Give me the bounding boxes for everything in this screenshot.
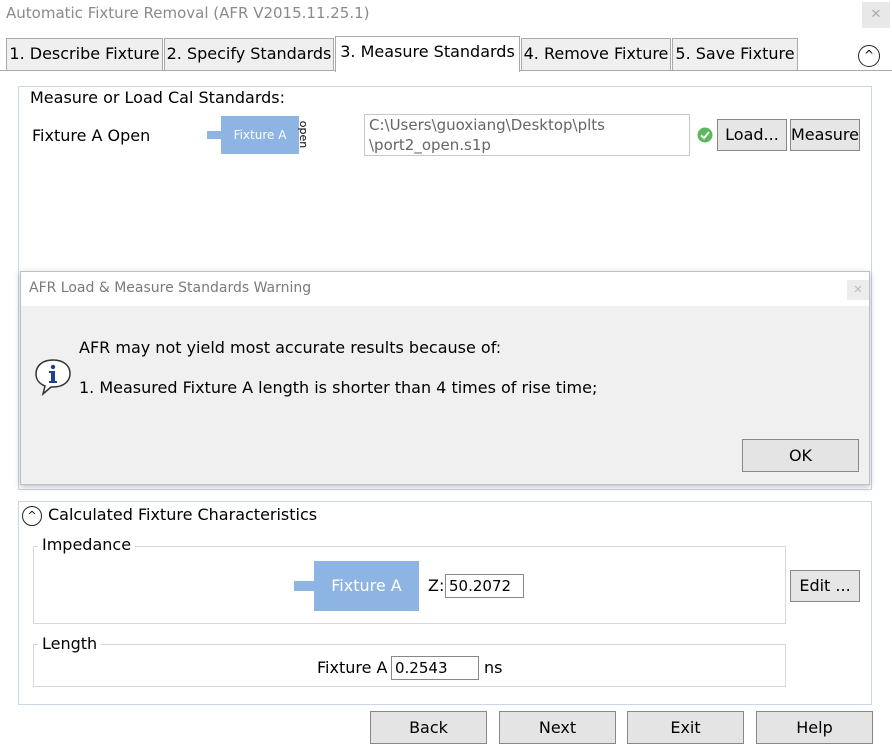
fixture-open-label: Fixture A Open bbox=[32, 126, 151, 145]
file-path-line2: \port2_open.s1p bbox=[369, 136, 491, 154]
length-legend: Length bbox=[38, 634, 102, 653]
impedance-value-field[interactable]: 50.2072 bbox=[445, 574, 524, 598]
warning-dialog: AFR Load & Measure Standards Warning ✕ A… bbox=[20, 271, 870, 485]
next-button[interactable]: Next bbox=[499, 711, 616, 744]
length-value-field[interactable]: 0.2543 bbox=[391, 656, 479, 680]
load-button[interactable]: Load... bbox=[717, 119, 787, 151]
window-close-button[interactable]: ✕ bbox=[862, 2, 890, 28]
dialog-title: AFR Load & Measure Standards Warning bbox=[29, 280, 312, 296]
tab-specify-standards[interactable]: 2. Specify Standards bbox=[164, 38, 334, 70]
ok-button[interactable]: OK bbox=[742, 439, 859, 472]
fixture-diagram-box: Fixture A bbox=[221, 116, 299, 154]
window-title: Automatic Fixture Removal (AFR V2015.11.… bbox=[6, 4, 370, 22]
collapse-icon[interactable]: ^ bbox=[858, 45, 880, 67]
open-standard-label: open bbox=[297, 120, 311, 149]
length-fixture-label: Fixture A bbox=[317, 658, 388, 677]
impedance-diagram-box: Fixture A bbox=[314, 561, 419, 611]
edit-button[interactable]: Edit ... bbox=[790, 570, 860, 602]
tab-measure-standards[interactable]: 3. Measure Standards bbox=[335, 36, 520, 72]
check-icon bbox=[697, 127, 713, 143]
length-unit: ns bbox=[484, 658, 503, 677]
impedance-diagram-wire bbox=[294, 581, 316, 591]
tab-describe-fixture[interactable]: 1. Describe Fixture bbox=[6, 38, 163, 70]
exit-button[interactable]: Exit bbox=[627, 711, 744, 744]
dialog-message-line2: 1. Measured Fixture A length is shorter … bbox=[79, 378, 598, 397]
file-path-line1: C:\Users\guoxiang\Desktop\plts bbox=[369, 116, 606, 134]
calculated-section-heading: Calculated Fixture Characteristics bbox=[48, 505, 318, 524]
tab-remove-fixture[interactable]: 4. Remove Fixture bbox=[521, 38, 671, 70]
help-button[interactable]: Help bbox=[756, 711, 873, 744]
file-path-field[interactable]: C:\Users\guoxiang\Desktop\plts \port2_op… bbox=[364, 114, 690, 156]
dialog-close-button[interactable]: ✕ bbox=[847, 280, 869, 300]
info-icon bbox=[35, 359, 71, 396]
back-button[interactable]: Back bbox=[370, 711, 487, 744]
measure-button[interactable]: Measure bbox=[790, 119, 860, 151]
measure-section-heading: Measure or Load Cal Standards: bbox=[30, 88, 286, 107]
dialog-message-line1: AFR may not yield most accurate results … bbox=[79, 338, 502, 357]
z-label: Z: bbox=[428, 576, 445, 595]
collapse-icon[interactable]: ^ bbox=[22, 506, 42, 526]
tab-save-fixture[interactable]: 5. Save Fixture bbox=[672, 38, 798, 70]
impedance-legend: Impedance bbox=[38, 535, 136, 554]
